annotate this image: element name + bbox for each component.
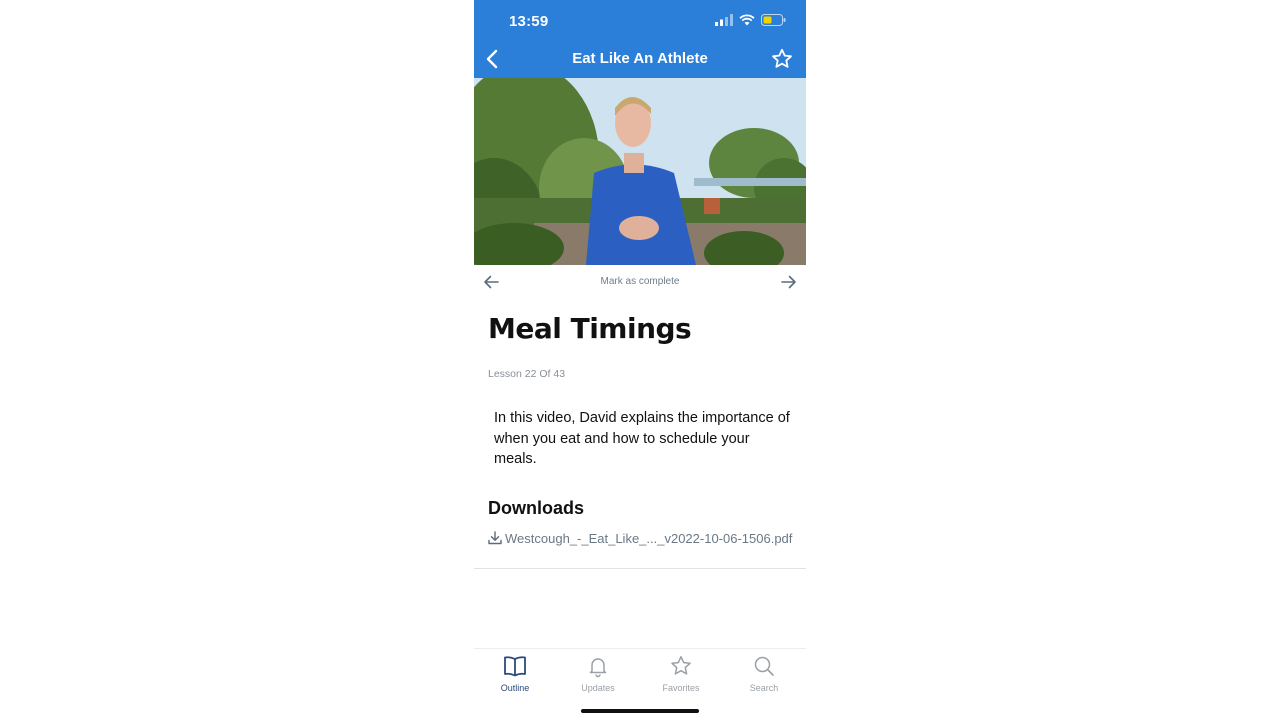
arrow-right-icon[interactable] xyxy=(780,272,798,292)
mark-complete-button[interactable]: Mark as complete xyxy=(474,276,806,287)
tab-search[interactable]: Search xyxy=(724,653,804,693)
lesson-video[interactable] xyxy=(474,78,806,265)
content-divider xyxy=(474,568,806,569)
phone-screen: 13:59 Eat Like An Athlete Mark as comple… xyxy=(474,0,806,720)
lesson-counter: Lesson 22 Of 43 xyxy=(488,368,566,380)
lesson-description: In this video, David explains the import… xyxy=(494,410,790,467)
download-icon xyxy=(488,531,502,545)
bell-icon xyxy=(589,658,607,678)
lesson-title: Meal Timings xyxy=(488,312,692,345)
tab-bar: Outline Updates Favorites Search xyxy=(474,648,806,699)
lesson-navigation: Mark as complete xyxy=(474,265,806,299)
book-icon xyxy=(504,656,526,677)
downloads-heading: Downloads xyxy=(488,498,585,518)
tab-label-favorites: Favorites xyxy=(662,683,700,693)
tab-label-outline: Outline xyxy=(500,683,530,693)
tab-updates[interactable]: Updates xyxy=(558,653,638,693)
status-icons xyxy=(715,14,786,26)
page-title: Eat Like An Athlete xyxy=(572,50,708,67)
status-time: 13:59 xyxy=(509,13,549,30)
tab-outline[interactable]: Outline xyxy=(475,653,555,693)
app-header: 13:59 Eat Like An Athlete xyxy=(474,0,806,78)
tab-label-updates: Updates xyxy=(581,683,615,693)
star-icon xyxy=(671,656,691,675)
download-file-name: Westcough_-_Eat_Like_..._v2022-10-06-150… xyxy=(505,530,793,546)
signal-icon xyxy=(715,14,733,26)
battery-icon xyxy=(761,14,786,26)
tab-favorites[interactable]: Favorites xyxy=(641,653,721,693)
wifi-icon xyxy=(739,14,755,26)
download-file-link[interactable]: Westcough_-_Eat_Like_..._v2022-10-06-150… xyxy=(487,530,792,546)
search-icon xyxy=(754,656,774,676)
tab-label-search: Search xyxy=(749,683,779,693)
video-frame xyxy=(474,78,806,265)
home-indicator[interactable] xyxy=(581,709,699,713)
star-icon[interactable] xyxy=(770,47,794,71)
